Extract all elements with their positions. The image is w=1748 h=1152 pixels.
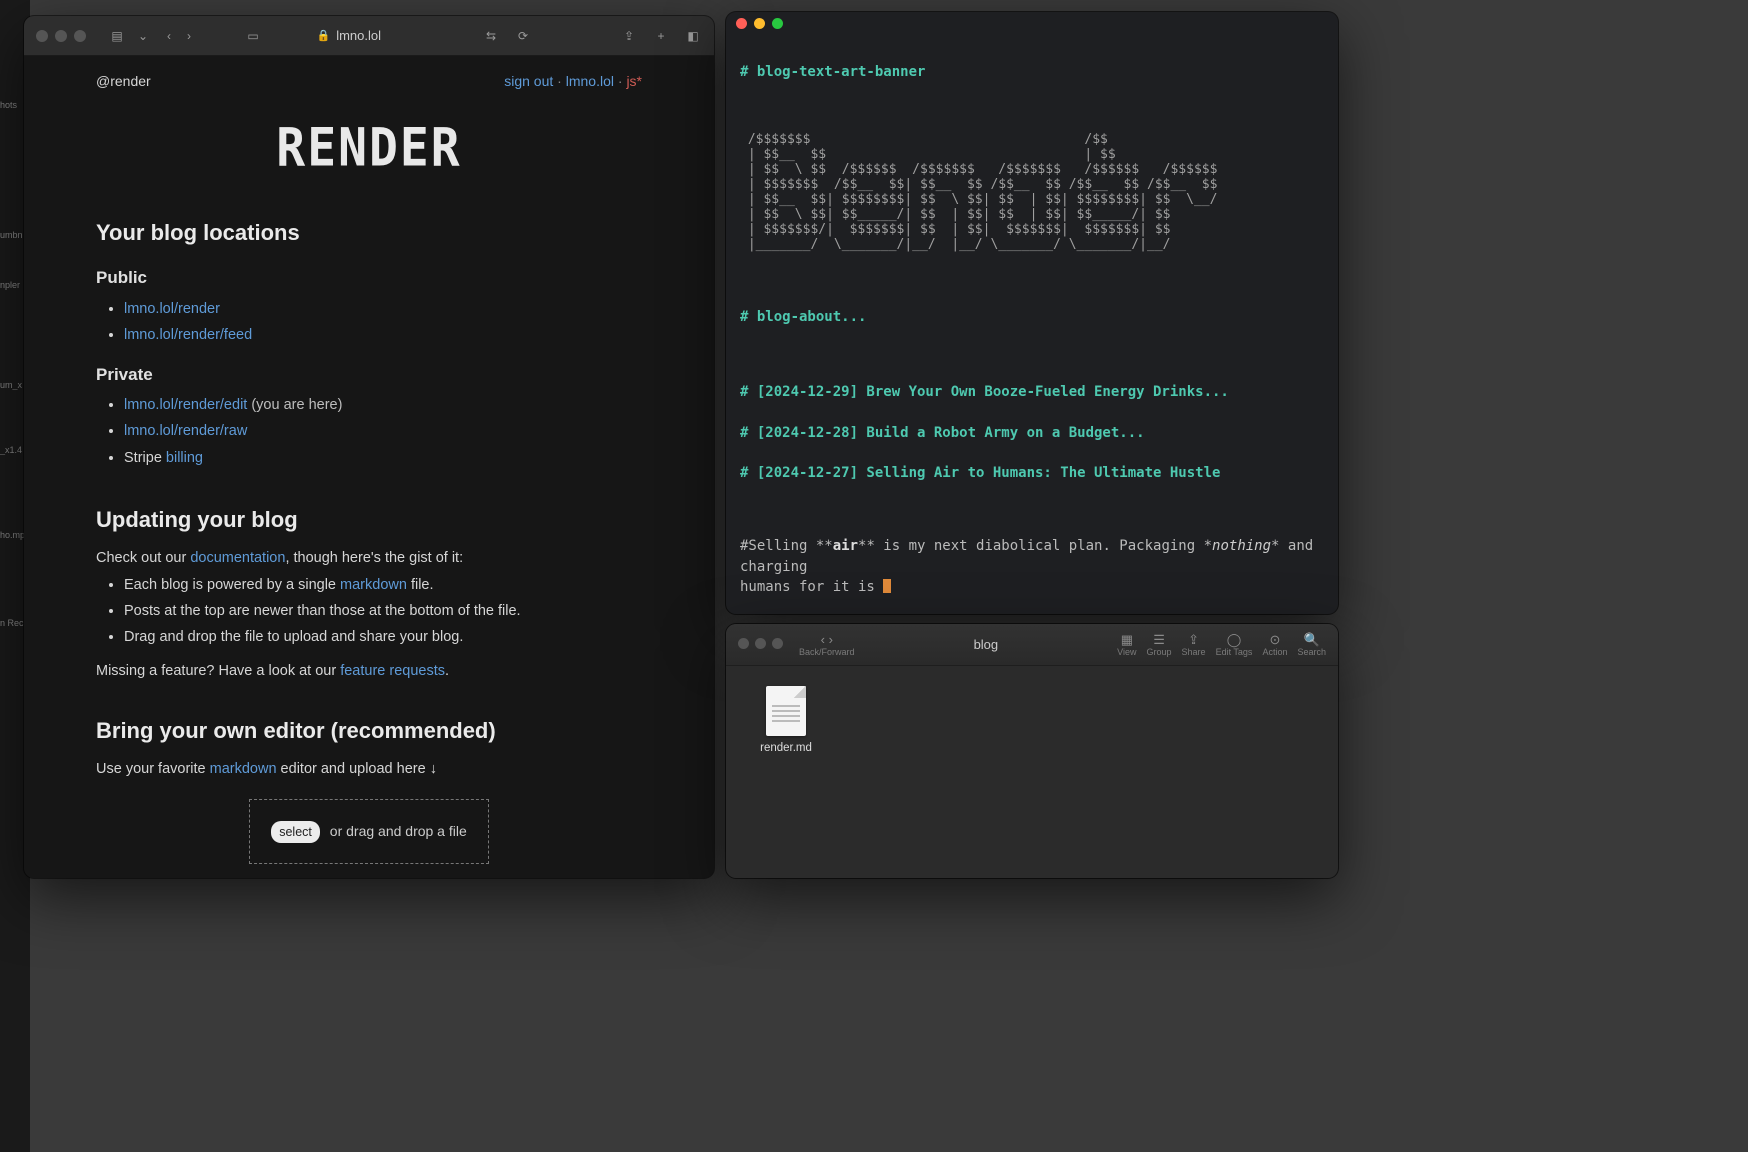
share-button[interactable]: ⇪Share <box>1182 632 1206 657</box>
minimize-icon[interactable] <box>55 30 67 42</box>
chevron-down-icon[interactable]: ⌄ <box>134 27 152 45</box>
sidebar-toggle-icon[interactable]: ▤ <box>108 27 126 45</box>
js-link[interactable]: js* <box>626 73 642 89</box>
heading-updating: Updating your blog <box>96 502 642 537</box>
dropzone-text: or drag and drop a file <box>326 823 467 839</box>
heading-public: Public <box>96 264 642 291</box>
public-link[interactable]: lmno.lol/render/feed <box>124 327 252 343</box>
zoom-icon[interactable] <box>74 30 86 42</box>
back-forward-buttons[interactable]: ‹ › Back/Forward <box>799 632 855 657</box>
private-link[interactable]: lmno.lol/render/raw <box>124 423 247 439</box>
list-item: Stripe billing <box>124 447 642 470</box>
document-icon <box>766 686 806 736</box>
minimize-icon[interactable] <box>754 18 765 29</box>
address-bar[interactable]: 🔒 lmno.lol <box>317 28 382 43</box>
markdown-link[interactable]: markdown <box>210 761 277 777</box>
stripe-billing-link[interactable]: billing <box>166 450 203 466</box>
finder-toolbar: ‹ › Back/Forward blog ▦View ☰Group ⇪Shar… <box>726 624 1338 666</box>
forward-icon[interactable]: › <box>180 27 198 45</box>
text-cursor <box>883 579 891 593</box>
window-traffic-lights[interactable] <box>738 638 789 652</box>
post-body-text: #Selling **air** is my next diabolical p… <box>740 536 1324 597</box>
url-text: lmno.lol <box>336 28 381 43</box>
heading-locations: Your blog locations <box>96 215 642 250</box>
minimize-icon[interactable] <box>755 638 766 649</box>
stripe-prefix: Stripe <box>124 450 166 466</box>
back-icon[interactable]: ‹ <box>160 27 178 45</box>
zoom-icon[interactable] <box>772 18 783 29</box>
markdown-link[interactable]: markdown <box>340 577 407 593</box>
safari-window: ▤ ⌄ ‹ › ▭ 🔒 lmno.lol ⇆ ⟳ ⇪ + ◧ @render s… <box>24 16 714 878</box>
about-header: # blog-about... <box>740 307 1324 327</box>
heading-bring-editor: Bring your own editor (recommended) <box>96 713 642 748</box>
finder-body[interactable]: render.md <box>726 666 1338 774</box>
view-button[interactable]: ▦View <box>1117 632 1136 657</box>
finder-title: blog <box>974 637 999 652</box>
user-handle: @render <box>96 70 151 92</box>
post-heading: # [2024-12-28] Build a Robot Army on a B… <box>740 423 1324 443</box>
sign-out-link[interactable]: sign out <box>504 73 553 89</box>
bring-editor-text: Use your favorite markdown editor and up… <box>96 758 642 781</box>
post-heading: # [2024-12-27] Selling Air to Humans: Th… <box>740 463 1324 483</box>
separator-dot: · <box>557 73 566 89</box>
post-heading: # [2024-12-29] Brew Your Own Booze-Fuele… <box>740 382 1324 402</box>
window-traffic-lights[interactable] <box>36 30 86 42</box>
safari-page: @render sign out · lmno.lol · js* RENDER… <box>24 56 714 878</box>
reload-icon[interactable]: ⟳ <box>514 27 532 45</box>
search-button[interactable]: 🔍Search <box>1297 632 1326 657</box>
close-icon[interactable] <box>736 18 747 29</box>
group-button[interactable]: ☰Group <box>1147 632 1172 657</box>
list-item: lmno.lol/render/raw <box>124 420 642 443</box>
editor-window: # blog-text-art-banner /$$$$$$$ /$$ | $$… <box>726 12 1338 614</box>
list-item: lmno.lol/render <box>124 298 642 321</box>
list-item: lmno.lol/render/edit (you are here) <box>124 394 642 417</box>
list-item: Drag and drop the file to upload and sha… <box>124 626 642 649</box>
new-tab-icon[interactable]: + <box>652 27 670 45</box>
updating-list: Each blog is powered by a single markdow… <box>96 574 642 650</box>
private-link[interactable]: lmno.lol/render/edit <box>124 397 247 413</box>
close-icon[interactable] <box>738 638 749 649</box>
file-item[interactable]: render.md <box>746 686 826 754</box>
zoom-icon[interactable] <box>772 638 783 649</box>
public-links-list: lmno.lol/render lmno.lol/render/feed <box>96 298 642 347</box>
list-item: Each blog is powered by a single markdow… <box>124 574 642 597</box>
finder-window: ‹ › Back/Forward blog ▦View ☰Group ⇪Shar… <box>726 624 1338 878</box>
heading-private: Private <box>96 361 642 388</box>
updating-intro: Check out our documentation, though here… <box>96 547 642 570</box>
render-logo: RENDER <box>96 107 642 191</box>
action-button[interactable]: ⊙Action <box>1262 632 1287 657</box>
public-link[interactable]: lmno.lol/render <box>124 301 220 317</box>
list-item: lmno.lol/render/feed <box>124 324 642 347</box>
safari-toolbar: ▤ ⌄ ‹ › ▭ 🔒 lmno.lol ⇆ ⟳ ⇪ + ◧ <box>24 16 714 56</box>
documentation-link[interactable]: documentation <box>190 550 285 566</box>
feature-requests-link[interactable]: feature requests <box>340 663 445 679</box>
file-label: render.md <box>760 742 812 754</box>
tags-button[interactable]: ◯Edit Tags <box>1216 632 1253 657</box>
upload-dropzone[interactable]: select or drag and drop a file <box>249 799 489 864</box>
ascii-art-banner: /$$$$$$$ /$$ | $$__ $$ | $$ | $$ \ $$ /$… <box>740 133 1324 253</box>
reader-icon[interactable]: ▭ <box>244 27 262 45</box>
domain-link[interactable]: lmno.lol <box>566 73 614 89</box>
list-item: Posts at the top are newer than those at… <box>124 600 642 623</box>
share-icon[interactable]: ⇪ <box>620 27 638 45</box>
lock-icon: 🔒 <box>317 29 331 42</box>
editor-titlebar <box>726 12 1338 34</box>
editor-content[interactable]: # blog-text-art-banner /$$$$$$$ /$$ | $$… <box>726 34 1338 614</box>
tabs-icon[interactable]: ◧ <box>684 27 702 45</box>
you-are-here: (you are here) <box>247 397 342 413</box>
select-file-button[interactable]: select <box>271 821 320 843</box>
banner-header: # blog-text-art-banner <box>740 62 1324 82</box>
close-icon[interactable] <box>36 30 48 42</box>
translate-icon[interactable]: ⇆ <box>482 27 500 45</box>
private-links-list: lmno.lol/render/edit (you are here) lmno… <box>96 394 642 470</box>
updating-footer: Missing a feature? Have a look at our fe… <box>96 660 642 683</box>
